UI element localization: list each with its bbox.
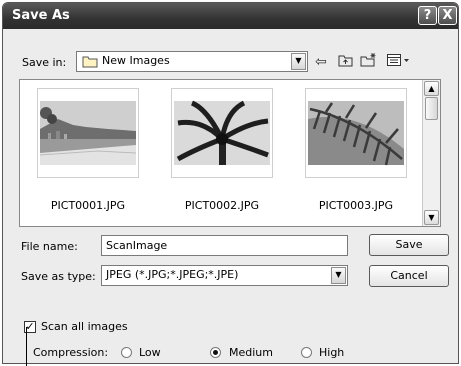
save-in-dropdown[interactable]: New Images ▼ [76, 51, 308, 72]
compression-medium-radio[interactable] [210, 347, 221, 358]
vertical-scrollbar[interactable]: ▲ ▼ [422, 80, 440, 226]
file-name-value: ScanImage [106, 239, 168, 252]
chevron-down-icon[interactable]: ▼ [291, 53, 306, 70]
scrollbar-thumb[interactable] [425, 97, 438, 120]
file-thumbnail[interactable] [305, 88, 407, 178]
file-name-label: PICT0001.JPG [50, 199, 126, 212]
close-button[interactable]: X [438, 6, 457, 25]
scan-all-label: Scan all images [41, 320, 128, 333]
file-name-label: PICT0003.JPG [318, 199, 394, 212]
file-browser: PICT0001.JPG PICT0002.JPG PICT0003.JPG ▲… [19, 79, 441, 227]
save-in-value: New Images [102, 54, 170, 67]
title-bar: Save As ? X [3, 3, 458, 29]
compression-medium-label: Medium [229, 346, 273, 359]
file-name-input[interactable]: ScanImage [101, 235, 348, 256]
compression-high-radio[interactable] [301, 347, 312, 358]
beach-city-photo [38, 89, 138, 177]
file-thumbnail[interactable] [37, 88, 139, 178]
file-name-label: PICT0002.JPG [184, 199, 260, 212]
file-thumbnail[interactable] [171, 88, 273, 178]
file-name-field-label: File name: [21, 240, 78, 253]
save-as-dialog: Save As ? X Save in: New Images ▼ ⇦ PICT… [2, 2, 459, 364]
compression-high-label: High [319, 346, 345, 359]
chevron-down-icon[interactable]: ▼ [331, 267, 346, 284]
help-button[interactable]: ? [418, 6, 437, 25]
compression-low-radio[interactable] [121, 347, 132, 358]
palm-tree-photo [172, 89, 272, 177]
save-as-type-value: JPEG (*.JPG;*.JPEG;*.JPE) [106, 268, 239, 281]
save-as-type-label: Save as type: [21, 270, 96, 283]
callout-line [26, 327, 27, 366]
dialog-title: Save As [12, 8, 70, 23]
new-folder-icon[interactable] [360, 52, 377, 70]
scroll-up-icon[interactable]: ▲ [424, 81, 439, 96]
up-folder-icon[interactable] [338, 54, 353, 70]
save-as-type-dropdown[interactable]: JPEG (*.JPG;*.JPEG;*.JPE) ▼ [101, 265, 348, 286]
compression-low-label: Low [139, 346, 161, 359]
cancel-button[interactable]: Cancel [369, 265, 449, 287]
compression-label: Compression: [33, 346, 109, 359]
back-arrow-icon[interactable]: ⇦ [315, 55, 327, 69]
save-button[interactable]: Save [369, 234, 449, 256]
palm-fronds-photo [306, 89, 406, 177]
folder-icon [82, 55, 98, 71]
scroll-down-icon[interactable]: ▼ [424, 210, 439, 225]
save-in-label: Save in: [22, 56, 67, 69]
view-menu-icon[interactable] [387, 54, 411, 70]
